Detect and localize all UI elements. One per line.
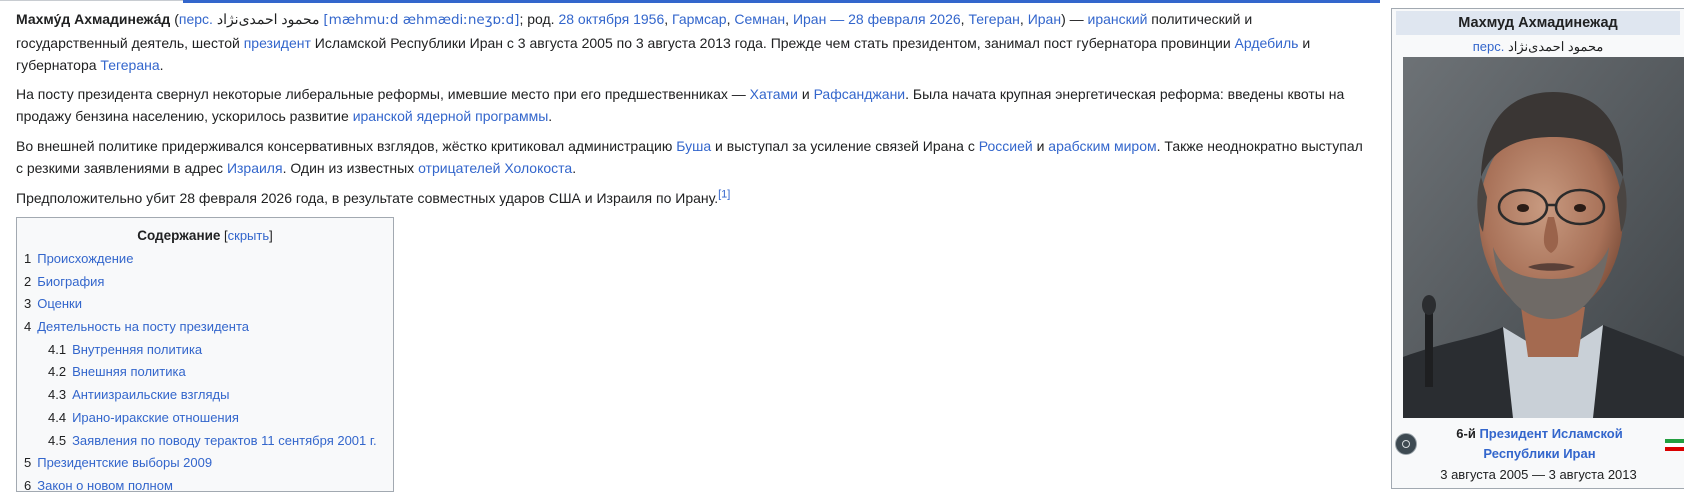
iran-flag-icon [1665, 439, 1684, 451]
arab-world-link[interactable]: арабским миром [1048, 138, 1156, 154]
toc-subitem[interactable]: 4.3 Антиизраильские взгляды [24, 384, 393, 407]
death-place-link[interactable]: Тегеран [968, 11, 1019, 27]
toc-link[interactable]: Заявления по поводу терактов 11 сентября… [72, 433, 377, 448]
toc-link[interactable]: Президентские выборы 2009 [37, 455, 212, 470]
toc-list: 1 Происхождение 2 Биография 3 Оценки 4 Деяте… [17, 248, 393, 498]
khatami-link[interactable]: Хатами [750, 86, 798, 102]
ipa-link[interactable]: [mæhmuːd æhmædiːneʒɒːd] [323, 12, 519, 28]
lead-paragraph-2: На посту президента свернул некоторые ли… [16, 85, 1345, 125]
top-divider [0, 0, 1380, 3]
tehran-link[interactable]: Тегерана [100, 57, 159, 73]
toc-hide-button[interactable]: скрыть [228, 228, 270, 243]
nationality-link[interactable]: иранский [1088, 11, 1148, 27]
birth-date-link[interactable]: 28 октября 1956 [558, 11, 664, 27]
toc-link[interactable]: Происхождение [37, 251, 133, 266]
toc-subitem[interactable]: 4.5 Заявления по поводу терактов 11 сентя… [24, 430, 393, 453]
toc-link[interactable]: Антиизраильские взгляды [72, 387, 229, 402]
toc-number: 4.5 [48, 432, 67, 448]
toc-title: Содержание [137, 228, 221, 243]
ardabil-link[interactable]: Ардебиль [1235, 35, 1299, 51]
portrait-image [1403, 57, 1684, 418]
toc-item[interactable]: 2 Биография [24, 271, 393, 294]
toc-link[interactable]: Оценки [37, 296, 82, 311]
toc-subitem[interactable]: 4.4 Ирано-иракские отношения [24, 407, 393, 430]
lead-paragraph-3: Во внешней политике придерживался консер… [16, 137, 1363, 177]
toc-number: 3 [24, 296, 32, 312]
rafsanjani-link[interactable]: Рафсанджани [814, 86, 906, 102]
israel-link[interactable]: Израиля [227, 160, 283, 176]
country-link-2[interactable]: Иран [1028, 11, 1061, 27]
toc-link[interactable]: Внешняя политика [72, 364, 186, 379]
persian-language-link[interactable]: перс. [179, 11, 213, 27]
toc-number: 6 [24, 477, 32, 493]
president-link[interactable]: президент [244, 35, 311, 51]
office-title: 6-й Президент Исламской Республики Иран [1456, 426, 1623, 461]
russia-link[interactable]: Россией [979, 138, 1033, 154]
toc-item[interactable]: 5 Президентские выборы 2009 [24, 452, 393, 475]
portrait-photo[interactable] [1403, 57, 1684, 418]
toc-number: 1 [24, 251, 32, 266]
active-tab-underline [183, 0, 1380, 3]
office-term: 3 августа 2005 — 3 августа 2013 [1440, 467, 1637, 482]
toc-header: Содержание [скрыть] [17, 228, 393, 243]
country-link[interactable]: Иран [793, 11, 826, 27]
reference-link[interactable]: [1] [718, 188, 730, 200]
toc-toggle: [скрыть] [220, 228, 273, 243]
holocaust-deniers-link[interactable]: отрицателей Холокоста [418, 160, 572, 176]
toc-number: 5 [24, 455, 32, 471]
toc-subitem[interactable]: 4.1 Внутренняя политика [24, 339, 393, 362]
toc-number: 2 [24, 273, 32, 289]
nuclear-program-link[interactable]: иранской ядерной программы [353, 108, 549, 124]
infobox-persian-name: محمود احمدی‌نژاد [1504, 39, 1604, 54]
toc-item[interactable]: 1 Происхождение [24, 248, 393, 271]
presidential-seal-icon [1395, 433, 1417, 455]
toc-link[interactable]: Внутренняя политика [72, 342, 202, 357]
infobox-native-name: перс. محمود احمدی‌نژاد [1392, 36, 1684, 58]
toc-number: 4.2 [48, 364, 67, 380]
office-link[interactable]: Президент Исламской Республики Иран [1479, 426, 1622, 461]
toc-number: 4.3 [48, 387, 67, 403]
birth-place-link[interactable]: Гармсар [672, 11, 727, 27]
province-link[interactable]: Семнан [734, 11, 785, 27]
toc-link[interactable]: Деятельность на посту президента [37, 319, 249, 334]
toc-number: 4.1 [48, 341, 67, 357]
article-content: Махму́д Ахмадинежа́д (перс. محمود احمدی‌… [16, 8, 1366, 216]
infobox-title: Махмуд Ахмадинежад [1396, 11, 1680, 35]
toc-link[interactable]: Ирано-иракские отношения [72, 410, 239, 425]
bush-link[interactable]: Буша [676, 138, 711, 154]
toc-number: 4 [24, 319, 32, 335]
death-dash-link[interactable]: — [826, 11, 848, 27]
lead-paragraph-4: Предположительно убит 28 февраля 2026 го… [16, 187, 731, 206]
persian-name: محمود احمدی‌نژاد [212, 11, 324, 27]
lead-paragraph-1: Махму́д Ахмадинежа́д (перс. محمود احمدی‌… [16, 11, 1311, 73]
article-subject-name: Махму́д Ахмадинежа́д [16, 11, 171, 27]
infobox: Махмуд Ахмадинежад перс. محمود احمدی‌نژا… [1391, 8, 1684, 489]
infobox-persian-link[interactable]: перс. [1473, 39, 1505, 54]
infobox-office: 6-й Президент Исламской Республики Иран [1392, 424, 1684, 464]
table-of-contents: Содержание [скрыть] 1 Происхождение 2 Биог… [16, 217, 394, 493]
toc-item[interactable]: 4 Деятельность на посту президента [24, 316, 393, 339]
toc-link[interactable]: Закон о новом полном [37, 478, 173, 493]
death-date-link[interactable]: 28 февраля 2026 [848, 11, 961, 27]
toc-number: 4.4 [48, 409, 67, 425]
toc-item[interactable]: 6 Закон о новом полном [24, 475, 393, 498]
toc-item[interactable]: 3 Оценки [24, 293, 393, 316]
toc-subitem[interactable]: 4.2 Внешняя политика [24, 361, 393, 384]
toc-link[interactable]: Биография [37, 274, 104, 289]
